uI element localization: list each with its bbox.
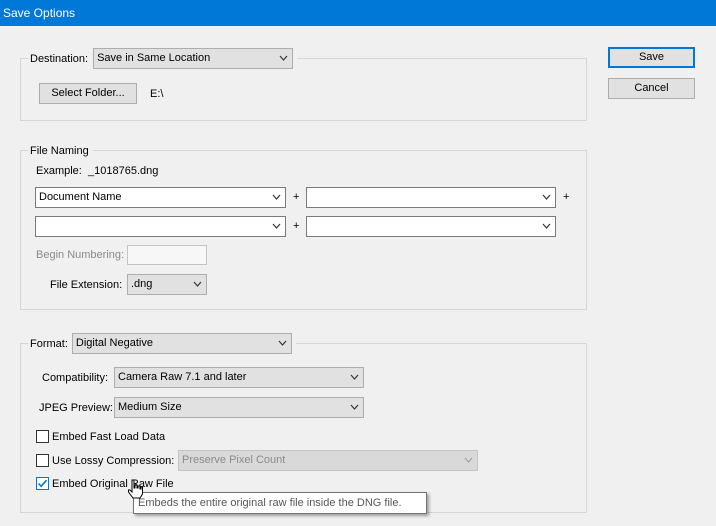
embed-fast-load-label[interactable]: Embed Fast Load Data (52, 431, 165, 443)
compatibility-select[interactable]: Camera Raw 7.1 and later (114, 367, 364, 388)
chevron-down-icon (193, 278, 202, 290)
checkmark-icon (37, 479, 48, 488)
begin-numbering-input[interactable] (127, 245, 207, 265)
title-bar: Save Options (0, 0, 716, 26)
destination-legend: Destination: Save in Same Location (28, 48, 298, 69)
naming-field-4[interactable] (306, 216, 556, 237)
lossy-compression-value: Preserve Pixel Count (182, 454, 286, 466)
file-extension-select[interactable]: .dng (127, 274, 207, 295)
embed-fast-load-checkbox[interactable] (36, 430, 49, 443)
file-extension-value: .dng (131, 278, 153, 290)
lossy-compression-label[interactable]: Use Lossy Compression: (52, 455, 174, 467)
jpeg-preview-label: JPEG Preview: (39, 402, 113, 414)
format-label: Format: (30, 337, 68, 350)
chevron-down-icon (542, 220, 551, 232)
tooltip: Embeds the entire original raw file insi… (133, 492, 427, 514)
chevron-down-icon (278, 337, 287, 349)
format-value: Digital Negative (75, 337, 153, 349)
chevron-down-icon (350, 401, 359, 413)
lossy-compression-checkbox[interactable] (36, 454, 49, 467)
naming-field-1[interactable]: Document Name (35, 187, 286, 208)
example-label: Example: (36, 165, 82, 177)
format-select[interactable]: Digital Negative (71, 333, 292, 354)
hand-cursor-icon (127, 479, 143, 502)
select-folder-button[interactable]: Select Folder... (39, 83, 137, 104)
naming-field-2[interactable] (306, 187, 556, 208)
jpeg-preview-value: Medium Size (118, 401, 182, 413)
naming-field-3[interactable] (35, 216, 286, 237)
chevron-down-icon (350, 371, 359, 383)
destination-path: E:\ (150, 88, 164, 100)
plus-label: + (293, 220, 300, 232)
destination-value: Save in Same Location (97, 52, 211, 64)
chevron-down-icon (272, 191, 281, 203)
format-legend: Format: Digital Negative (28, 333, 296, 354)
chevron-down-icon (464, 454, 473, 466)
compatibility-label: Compatibility: (42, 372, 109, 384)
file-naming-legend: File Naming (28, 144, 93, 158)
embed-original-label[interactable]: Embed Original Raw File (52, 478, 174, 490)
destination-label: Destination: (30, 52, 89, 65)
cancel-button[interactable]: Cancel (608, 78, 695, 99)
chevron-down-icon (542, 191, 551, 203)
jpeg-preview-select[interactable]: Medium Size (114, 397, 364, 418)
lossy-compression-select[interactable]: Preserve Pixel Count (178, 450, 478, 471)
save-button[interactable]: Save (608, 47, 695, 68)
chevron-down-icon (272, 220, 281, 232)
destination-select[interactable]: Save in Same Location (93, 48, 294, 69)
compatibility-value: Camera Raw 7.1 and later (118, 371, 247, 383)
naming-field-1-value: Document Name (39, 191, 122, 203)
file-naming-label: File Naming (30, 145, 89, 157)
file-extension-label: File Extension: (50, 279, 123, 291)
example-value: _1018765.dng (88, 165, 159, 177)
embed-original-checkbox[interactable] (36, 477, 49, 490)
chevron-down-icon (279, 52, 288, 64)
plus-label: + (563, 191, 570, 203)
window-title: Save Options (3, 6, 76, 20)
plus-label: + (293, 191, 300, 203)
begin-numbering-label: Begin Numbering: (36, 249, 125, 261)
